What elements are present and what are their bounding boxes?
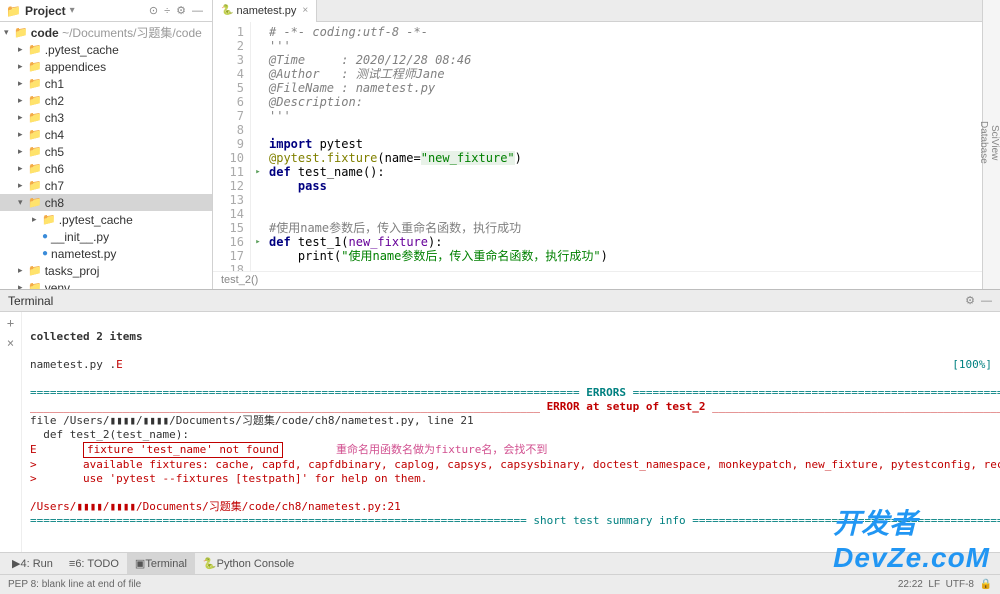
tab-bar: 🐍 nametest.py × xyxy=(213,0,982,22)
folder-icon: 📁 xyxy=(28,94,42,107)
target-icon[interactable]: ⊙ xyxy=(149,4,158,17)
python-file-icon: 🐍 xyxy=(221,5,233,16)
status-message: PEP 8: blank line at end of file xyxy=(8,579,141,590)
tree-item-label: __init__.py xyxy=(51,230,109,244)
folder-icon: 📁 xyxy=(28,264,42,277)
gutter-marks: ▸▸▸ xyxy=(251,22,265,271)
tree-item-ch8[interactable]: ▾📁ch8 xyxy=(0,194,212,211)
tree-item-ch7[interactable]: ▸📁ch7 xyxy=(0,177,212,194)
folder-icon: 📁 xyxy=(28,145,42,158)
run-tool-button[interactable]: ▶ 4: Run xyxy=(4,553,61,575)
terminal-tool-button[interactable]: ▣ Terminal xyxy=(127,553,195,575)
cursor-position[interactable]: 22:22 xyxy=(898,579,923,590)
folder-icon: 📁 xyxy=(28,162,42,175)
tree-item-label: venv xyxy=(45,281,70,290)
sidebar-header: 📁 Project ▾ ⊙ ÷ ⚙ — xyxy=(0,0,212,22)
tree-item-label: tasks_proj xyxy=(45,264,100,278)
tree-item-ch4[interactable]: ▸📁ch4 xyxy=(0,126,212,143)
python-file-icon: ● xyxy=(42,248,48,259)
gear-icon[interactable]: ⚙ xyxy=(965,294,975,307)
line-separator[interactable]: LF xyxy=(928,579,940,590)
database-tool[interactable]: Database xyxy=(978,6,989,279)
hide-icon[interactable]: — xyxy=(981,295,992,307)
tree-item-label: nametest.py xyxy=(51,247,116,261)
tree-item-nametest-py[interactable]: ●nametest.py xyxy=(0,245,212,262)
folder-icon: 📁 xyxy=(28,281,42,289)
folder-icon: 📁 xyxy=(42,213,56,226)
tree-item-ch1[interactable]: ▸📁ch1 xyxy=(0,75,212,92)
project-icon: 📁 xyxy=(6,4,21,18)
tree-item--pytest_cache[interactable]: ▸📁.pytest_cache xyxy=(0,211,212,228)
folder-icon: 📁 xyxy=(28,128,42,141)
python-console-button[interactable]: 🐍 Python Console xyxy=(195,553,302,575)
breadcrumb[interactable]: test_2() xyxy=(213,271,982,289)
hide-icon[interactable]: — xyxy=(192,5,203,17)
folder-icon: 📁 xyxy=(28,196,42,209)
status-bar: PEP 8: blank line at end of file 22:22 L… xyxy=(0,574,1000,594)
tab-label: nametest.py xyxy=(236,5,296,17)
project-sidebar: 📁 Project ▾ ⊙ ÷ ⚙ — ▾📁 code ~/Documents/… xyxy=(0,0,213,289)
right-tool-stripe: SciView Database xyxy=(982,0,1000,289)
folder-icon: 📁 xyxy=(28,60,42,73)
todo-tool-button[interactable]: ≡ 6: TODO xyxy=(61,553,127,575)
tree-item-appendices[interactable]: ▸📁appendices xyxy=(0,58,212,75)
tree-item-label: ch7 xyxy=(45,179,64,193)
editor-area: 🐍 nametest.py × 123456789101112131415161… xyxy=(213,0,982,289)
code-editor[interactable]: 12345678910111213141516171819202122 ▸▸▸ … xyxy=(213,22,982,271)
folder-icon: 📁 xyxy=(28,111,42,124)
tree-item-tasks_proj[interactable]: ▸📁tasks_proj xyxy=(0,262,212,279)
collapse-icon[interactable]: ÷ xyxy=(164,5,170,17)
tree-item-label: ch6 xyxy=(45,162,64,176)
tree-item-ch5[interactable]: ▸📁ch5 xyxy=(0,143,212,160)
terminal-header: Terminal ⚙ — xyxy=(0,290,1000,312)
tree-item-label: ch3 xyxy=(45,111,64,125)
sciview-tool[interactable]: SciView xyxy=(989,6,1000,279)
code-content[interactable]: # -*- coding:utf-8 -*-'''@Time : 2020/12… xyxy=(265,22,982,271)
lock-icon[interactable]: 🔒 xyxy=(980,579,992,590)
file-encoding[interactable]: UTF-8 xyxy=(946,579,974,590)
close-icon[interactable]: × xyxy=(7,336,14,350)
terminal-toolbar: + × xyxy=(0,312,22,552)
folder-icon: 📁 xyxy=(28,179,42,192)
terminal-panel: Terminal ⚙ — + × collected 2 items namet… xyxy=(0,289,1000,552)
tree-item-ch3[interactable]: ▸📁ch3 xyxy=(0,109,212,126)
folder-icon: 📁 xyxy=(28,43,42,56)
tree-item-label: ch8 xyxy=(45,196,64,210)
gear-icon[interactable]: ⚙ xyxy=(176,4,186,17)
python-file-icon: ● xyxy=(42,231,48,242)
terminal-output[interactable]: collected 2 items nametest.py .E[100%] =… xyxy=(22,312,1000,552)
terminal-title: Terminal xyxy=(8,294,53,308)
tree-item-ch2[interactable]: ▸📁ch2 xyxy=(0,92,212,109)
tree-item-label: ch5 xyxy=(45,145,64,159)
tree-item-label: ch4 xyxy=(45,128,64,142)
tree-item-__init__-py[interactable]: ●__init__.py xyxy=(0,228,212,245)
tree-item-label: appendices xyxy=(45,60,106,74)
tree-item-label: ch2 xyxy=(45,94,64,108)
add-icon[interactable]: + xyxy=(7,316,14,330)
tree-item-label: ch1 xyxy=(45,77,64,91)
tree-root[interactable]: ▾📁 code ~/Documents/习题集/code xyxy=(0,24,212,41)
tree-item-label: .pytest_cache xyxy=(45,43,119,57)
sidebar-title[interactable]: Project xyxy=(25,4,66,18)
folder-icon: 📁 xyxy=(28,77,42,90)
chevron-down-icon[interactable]: ▾ xyxy=(70,5,75,16)
tree-item-venv[interactable]: ▸📁venv xyxy=(0,279,212,289)
tree-item-label: .pytest_cache xyxy=(59,213,133,227)
project-tree[interactable]: ▾📁 code ~/Documents/习题集/code ▸📁.pytest_c… xyxy=(0,22,212,289)
tree-item--pytest_cache[interactable]: ▸📁.pytest_cache xyxy=(0,41,212,58)
line-gutter: 12345678910111213141516171819202122 xyxy=(213,22,251,271)
tab-nametest[interactable]: 🐍 nametest.py × xyxy=(213,0,317,22)
bottom-tool-bar: ▶ 4: Run ≡ 6: TODO ▣ Terminal 🐍 Python C… xyxy=(0,552,1000,574)
tree-item-ch6[interactable]: ▸📁ch6 xyxy=(0,160,212,177)
close-icon[interactable]: × xyxy=(302,5,308,16)
